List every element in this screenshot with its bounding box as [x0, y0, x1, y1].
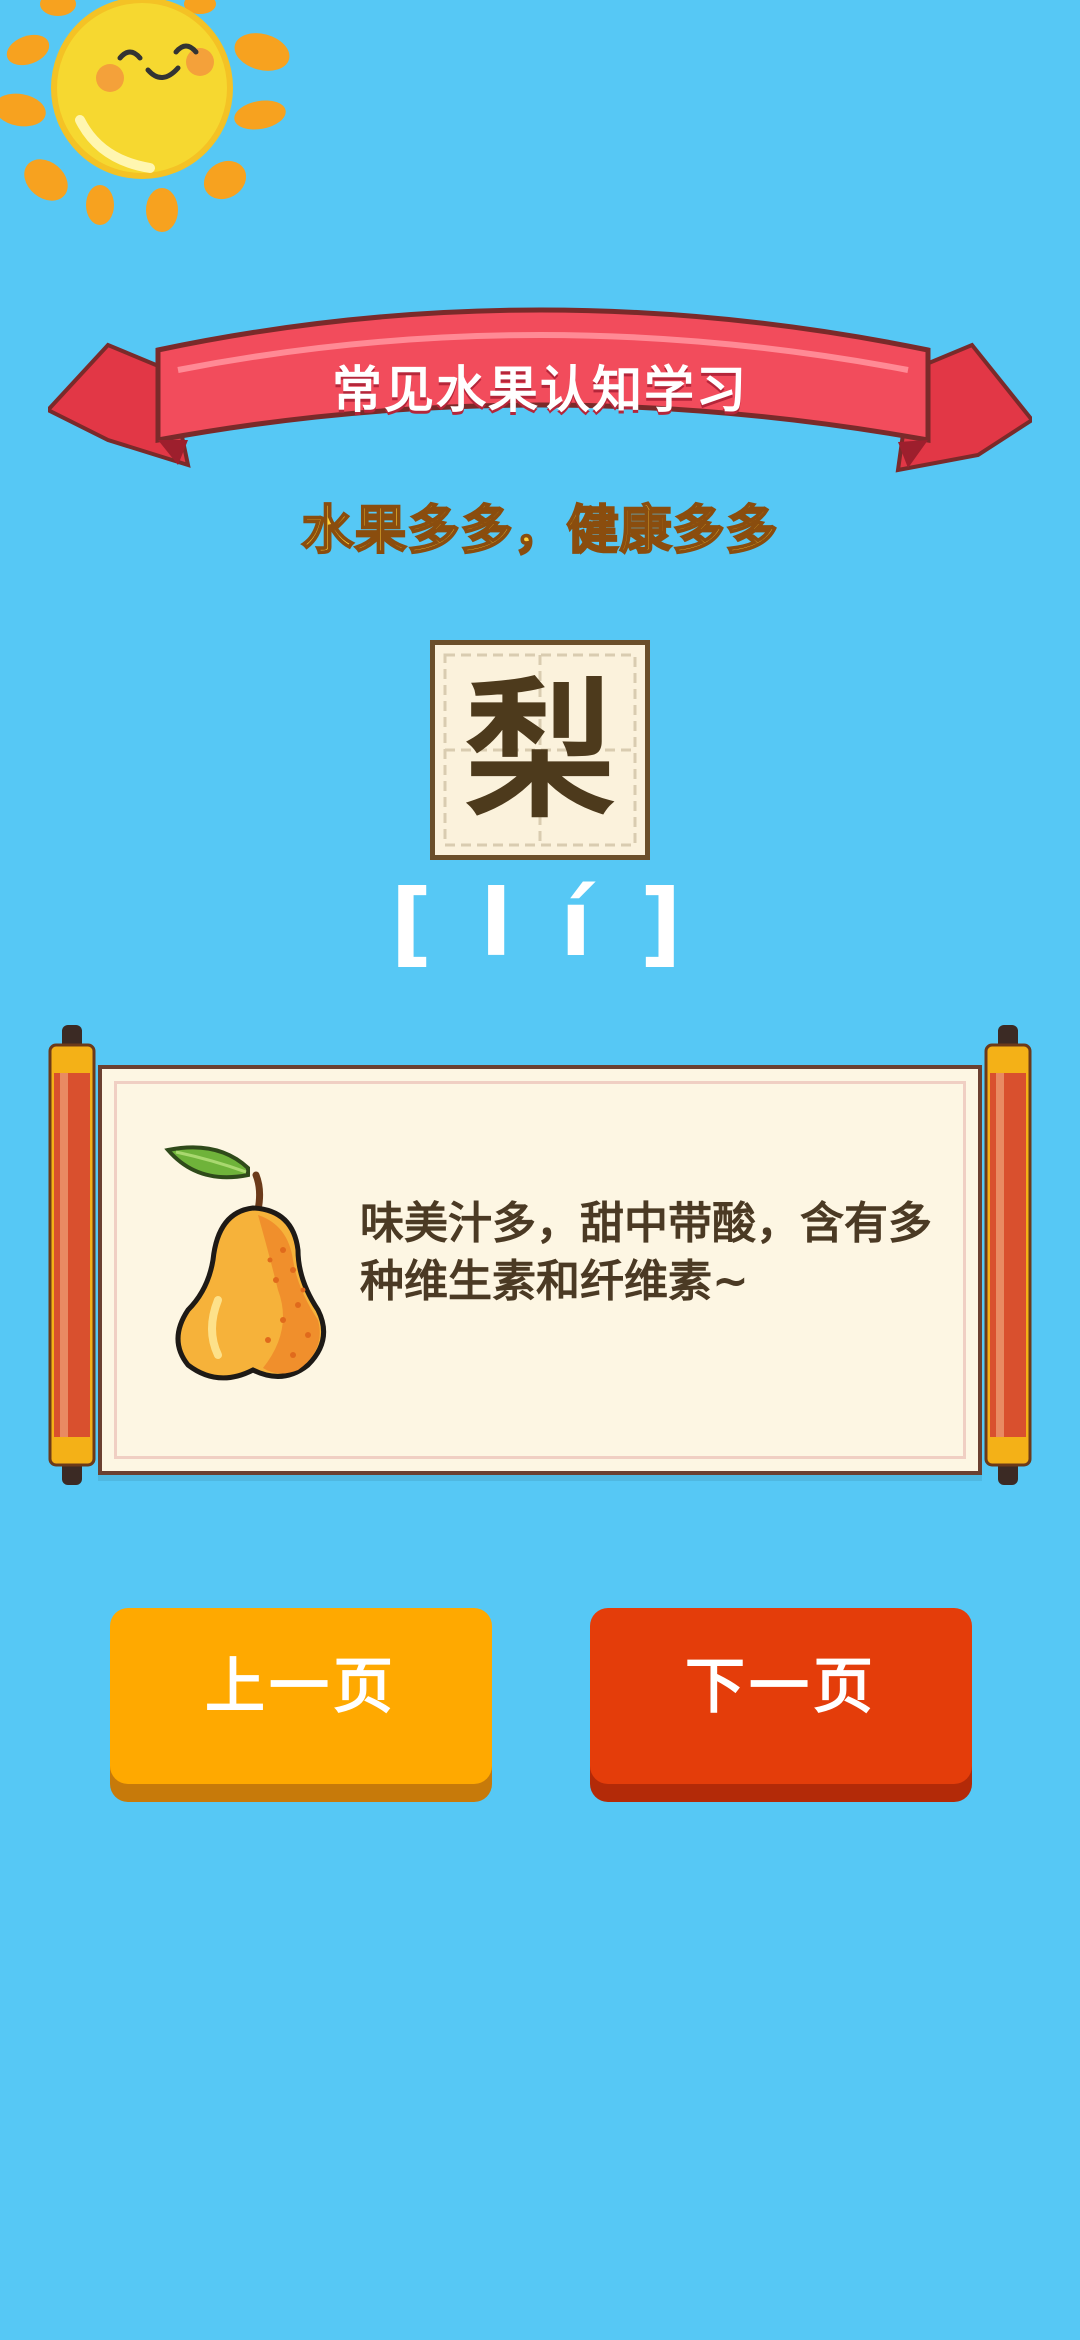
scroll-roller-right [984, 1025, 1032, 1485]
sun-decoration [0, 0, 290, 232]
fruit-character: 梨 [464, 665, 615, 839]
pear-icon [164, 1145, 327, 1381]
slogan-text: 水果多多，健康多多 [300, 500, 779, 562]
page-title: 常见水果认知学习 [332, 361, 748, 419]
character-card: 梨 [430, 640, 650, 860]
next-page-button[interactable]: 下一页 [590, 1608, 972, 1784]
prev-page-button[interactable]: 上一页 [110, 1608, 492, 1784]
fruit-description: 味美汁多，甜中带酸，含有多种维生素和纤维素~ [360, 1198, 932, 1307]
scroll-roller-left [48, 1025, 96, 1485]
description-scroll: 味美汁多，甜中带酸，含有多种维生素和纤维素~ [48, 1025, 1032, 1485]
pinyin-text: [ l í ] [390, 870, 690, 977]
